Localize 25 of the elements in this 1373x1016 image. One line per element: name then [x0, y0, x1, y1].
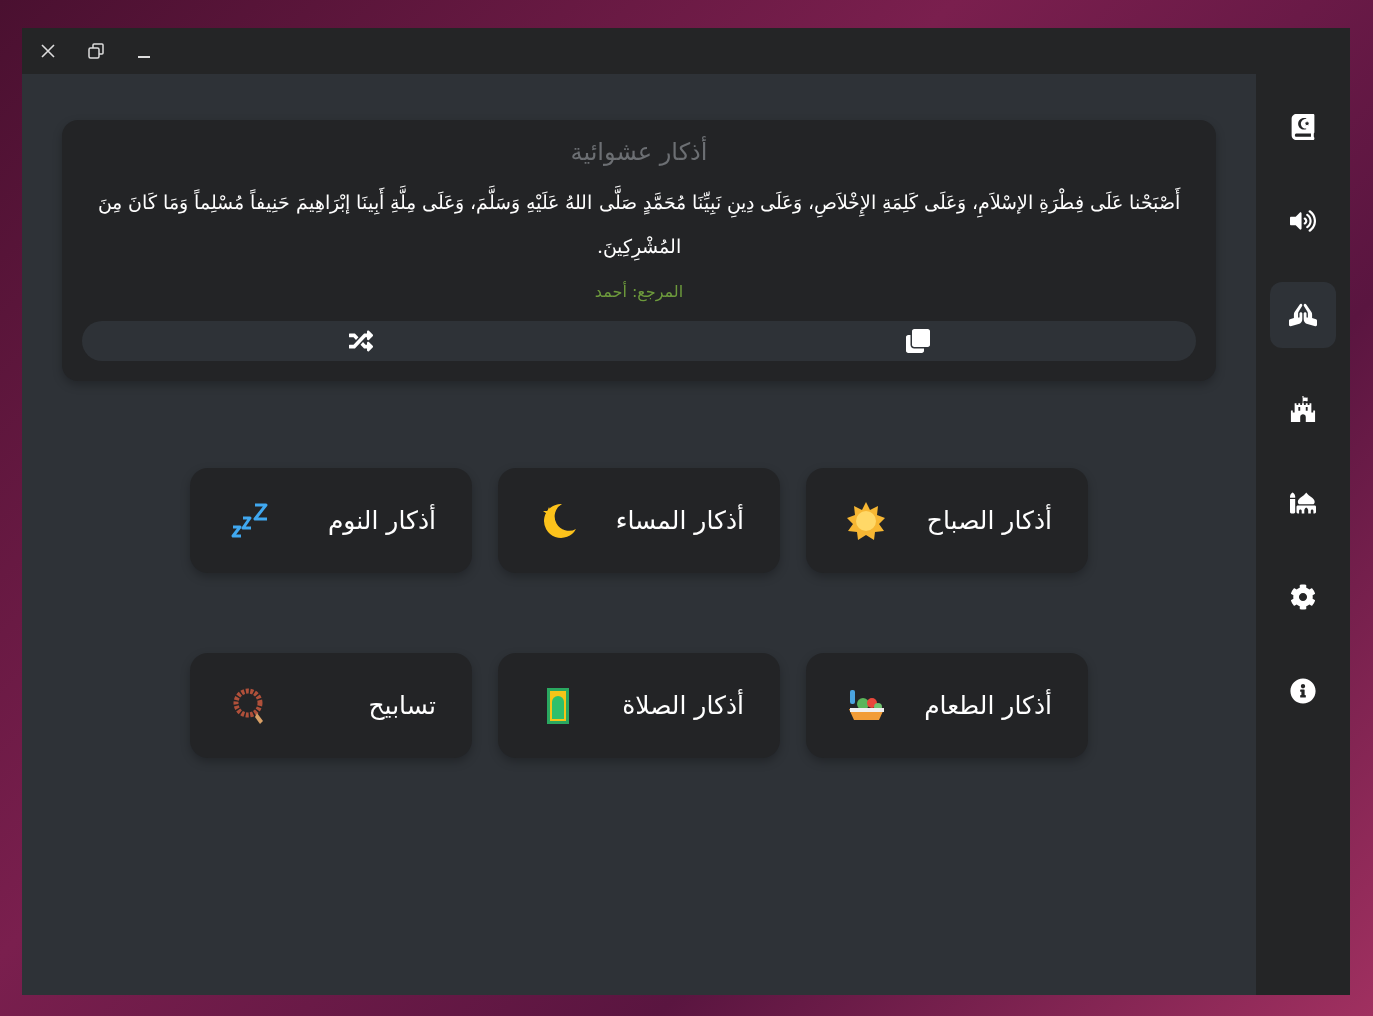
hands-icon — [1289, 301, 1317, 329]
category-button[interactable]: أذكار الصلاة — [498, 653, 780, 758]
card-title: أذكار عشوائية — [570, 138, 708, 166]
speaker-icon — [1290, 208, 1316, 234]
mosque-icon — [1290, 490, 1316, 516]
dhikr-text: أَصْبَحْنا عَلَى فِطْرَةِ الإسْلاَمِ، وَعَلَى كَلِمَةِ الإِخْلاَصِ، وَعَلَى دِينِ نَبِيِّنَا مُحَمَّدٍ صَلَّى اللهُ عَلَيْهِ وَسَلَّمَ، وَعَلَى مِلَّةِ أَبِينَا إبْرَاهِيمَ حَنِيفاً مُسْلِماً وَمَا كَانَ مِنَ المُشْرِكِينَ. — [82, 180, 1196, 268]
sun-icon — [846, 500, 886, 541]
shuffle-icon — [348, 329, 373, 353]
castle-icon — [1290, 396, 1316, 422]
category-button[interactable]: أذكار الصباح — [806, 468, 1088, 573]
minimize-icon — [138, 56, 150, 58]
book-icon — [1290, 114, 1316, 140]
copy-icon — [905, 329, 930, 353]
info-icon — [1290, 678, 1316, 704]
close-icon — [40, 43, 56, 59]
category-button[interactable]: أذكار الطعام — [806, 653, 1088, 758]
hands-nav-button[interactable] — [1270, 282, 1336, 348]
category-button[interactable]: أذكار النوم — [190, 468, 472, 573]
restore-icon — [87, 42, 105, 60]
copy-button[interactable] — [905, 329, 930, 353]
settings-icon — [1290, 584, 1316, 610]
category-button[interactable]: أذكار المساء — [498, 468, 780, 573]
shuffle-button[interactable] — [348, 329, 373, 353]
category-button[interactable]: تسابيح — [190, 653, 472, 758]
reference-text: المرجع: أحمد — [594, 282, 684, 301]
